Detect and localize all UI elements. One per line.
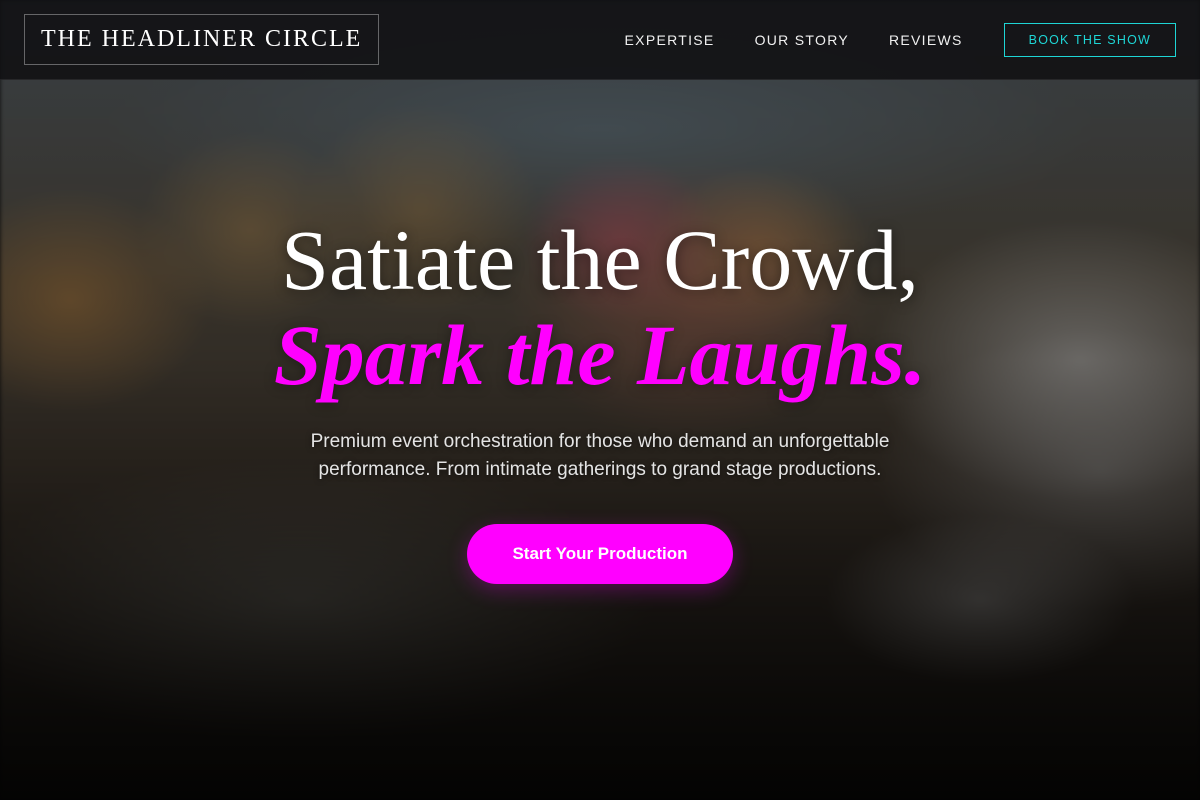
hero-headline-line1: Satiate the Crowd, [281, 212, 919, 308]
site-logo[interactable]: THE HEADLINER CIRCLE [24, 14, 380, 65]
nav-link-reviews[interactable]: REVIEWS [889, 32, 963, 48]
hero-subtitle: Premium event orchestration for those wh… [310, 431, 890, 480]
site-header: THE HEADLINER CIRCLE EXPERTISE OUR STORY… [0, 0, 1200, 80]
main-nav: EXPERTISE OUR STORY REVIEWS BOOK THE SHO… [585, 22, 1176, 57]
hero-headline: Satiate the Crowd, Spark the Laughs. [0, 210, 1200, 400]
start-production-button[interactable]: Start Your Production [467, 524, 733, 584]
book-the-show-button[interactable]: BOOK THE SHOW [1003, 22, 1176, 57]
hero-section: Satiate the Crowd, Spark the Laughs. Pre… [0, 210, 1200, 584]
nav-link-our-story[interactable]: OUR STORY [755, 32, 849, 48]
nav-link-expertise[interactable]: EXPERTISE [625, 32, 715, 48]
hero-headline-line2: Spark the Laughs. [273, 307, 927, 403]
